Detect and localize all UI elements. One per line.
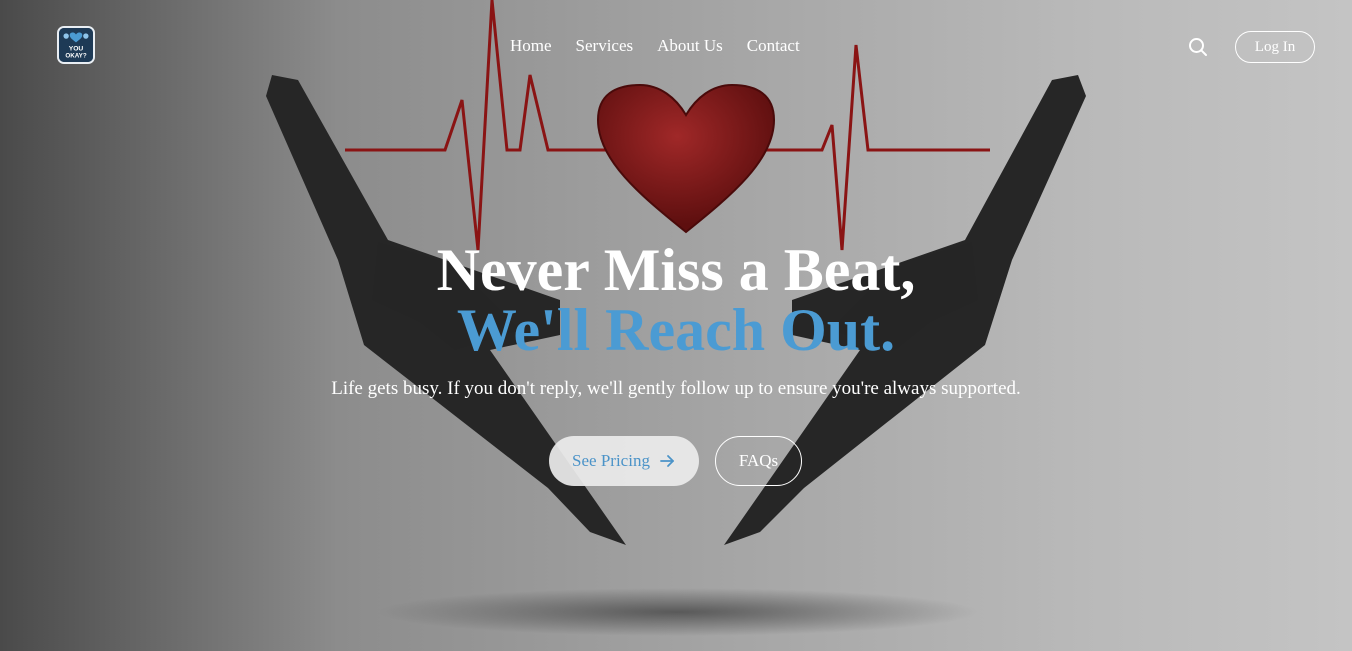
- search-icon: [1189, 38, 1207, 56]
- nav-links: Home Services About Us Contact: [510, 36, 800, 56]
- login-button[interactable]: Log In: [1235, 31, 1315, 63]
- heart-shape: [596, 83, 776, 234]
- top-navigation: YOU OKAY? Home Services About Us Contact…: [0, 0, 1352, 94]
- nav-link-about-us[interactable]: About Us: [657, 36, 723, 56]
- arrow-right-icon: [660, 455, 674, 467]
- nav-link-services[interactable]: Services: [576, 36, 634, 56]
- faqs-button[interactable]: FAQs: [715, 436, 802, 486]
- svg-text:OKAY?: OKAY?: [65, 53, 86, 60]
- see-pricing-label: See Pricing: [572, 451, 650, 470]
- nav-link-home[interactable]: Home: [510, 36, 552, 56]
- hero-subtitle: Life gets busy. If you don't reply, we'l…: [331, 378, 1021, 399]
- see-pricing-button[interactable]: See Pricing: [549, 436, 699, 486]
- hero-headline-line1: Never Miss a Beat,: [436, 237, 916, 303]
- svg-text:YOU: YOU: [69, 45, 84, 52]
- search-button[interactable]: [1187, 36, 1209, 58]
- logo-icon: YOU OKAY?: [59, 28, 93, 62]
- hero-headline-line2: We'll Reach Out.: [456, 297, 896, 363]
- brand-logo[interactable]: YOU OKAY?: [57, 26, 95, 64]
- nav-link-contact[interactable]: Contact: [747, 36, 800, 56]
- floor-shadow: [378, 588, 978, 636]
